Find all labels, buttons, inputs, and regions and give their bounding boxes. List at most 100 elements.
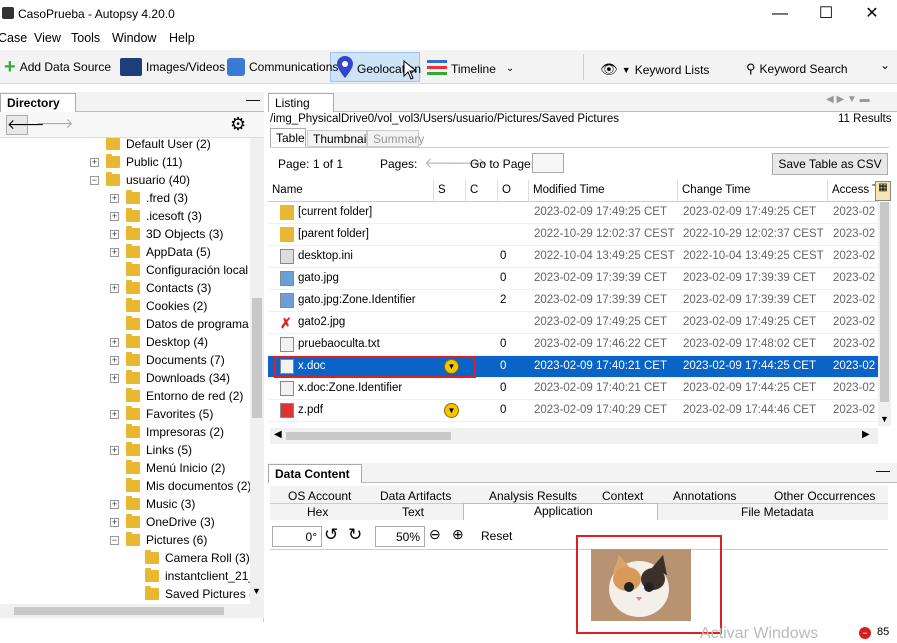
col-change-time[interactable]: Change Time: [678, 180, 828, 202]
tab-os-account[interactable]: OS Account: [288, 489, 351, 503]
tree-scroll-thumb[interactable]: [252, 298, 262, 418]
col-access-time[interactable]: Access T: [828, 180, 878, 202]
expand-icon[interactable]: +: [110, 229, 119, 239]
table-row[interactable]: [current folder] 2023-02-09 17:49:25 CET 2…: [268, 202, 878, 224]
menu-tools[interactable]: Tools: [71, 31, 100, 45]
tree-item[interactable]: − Pictures (6): [110, 531, 207, 549]
zoom-field[interactable]: 50%: [375, 526, 425, 547]
table-vertical-scrollbar[interactable]: ▼: [878, 202, 891, 426]
tree-item[interactable]: Menú Inicio (2): [110, 459, 225, 477]
tree-item[interactable]: Default User (2): [90, 138, 211, 153]
images-videos-button[interactable]: Images/Videos: [120, 58, 225, 76]
minimize-button[interactable]: —: [757, 0, 803, 28]
collapse-icon[interactable]: −: [90, 175, 99, 185]
save-csv-button[interactable]: Save Table as CSV: [772, 153, 888, 175]
expand-icon[interactable]: +: [110, 517, 119, 527]
scroll-down-icon[interactable]: ▼: [252, 586, 261, 596]
tree-item[interactable]: Datos de programa (: [110, 315, 250, 333]
tree-item[interactable]: + OneDrive (3): [110, 513, 215, 531]
col-modified-time[interactable]: Modified Time: [529, 180, 678, 202]
col-c[interactable]: C: [466, 180, 498, 202]
tab-analysis-results[interactable]: Analysis Results: [489, 489, 577, 503]
tab-annotations[interactable]: Annotations: [673, 489, 736, 503]
tree-item[interactable]: Saved Pictures (: [129, 585, 250, 603]
tree-item[interactable]: + Music (3): [110, 495, 195, 513]
rotate-left-icon[interactable]: ↺: [324, 525, 338, 545]
tree-item[interactable]: Impresoras (2): [110, 423, 224, 441]
tab-summary[interactable]: Summary: [367, 130, 424, 147]
add-data-source-button[interactable]: + Add Data Source: [4, 57, 111, 77]
minimize-panel-icon[interactable]: —: [876, 462, 890, 478]
menu-help[interactable]: Help: [169, 31, 195, 45]
tree-item[interactable]: + AppData (5): [110, 243, 211, 261]
tab-data-artifacts[interactable]: Data Artifacts: [380, 489, 451, 503]
table-row[interactable]: [parent folder] 2022-10-29 12:02:37 CEST 2…: [268, 224, 878, 246]
tab-file-metadata[interactable]: File Metadata: [741, 505, 814, 519]
menu-window[interactable]: Window: [112, 31, 156, 45]
toolbar-overflow-icon[interactable]: ⌄: [880, 58, 890, 72]
expand-icon[interactable]: +: [90, 157, 99, 167]
tree-item[interactable]: − usuario (40): [90, 171, 190, 189]
tab-hex[interactable]: Hex: [307, 505, 328, 519]
tree-horizontal-scrollbar[interactable]: [0, 604, 264, 618]
expand-icon[interactable]: +: [110, 211, 119, 221]
tab-other-occurrences[interactable]: Other Occurrences: [774, 489, 875, 503]
rotate-right-icon[interactable]: ↻: [348, 525, 362, 545]
tree-item[interactable]: + Documents (7): [110, 351, 225, 369]
tab-text[interactable]: Text: [402, 505, 424, 519]
tree-item[interactable]: + Desktop (4): [110, 333, 208, 351]
expand-icon[interactable]: +: [110, 373, 119, 383]
expand-icon[interactable]: +: [110, 247, 119, 257]
tab-thumbnail[interactable]: Thumbnail: [307, 130, 369, 147]
listing-tab[interactable]: Listing: [268, 93, 334, 112]
rotation-field[interactable]: 0°: [272, 526, 322, 547]
col-s[interactable]: S: [434, 180, 466, 202]
directory-tree-tab[interactable]: Directory Tree: [0, 93, 76, 124]
expand-icon[interactable]: +: [110, 355, 119, 365]
tab-application[interactable]: Application: [534, 504, 593, 518]
gear-icon[interactable]: ⚙: [230, 114, 246, 135]
error-icon[interactable]: −: [859, 627, 871, 639]
reset-button[interactable]: Reset: [481, 529, 512, 543]
hscroll-right-icon[interactable]: ▶: [862, 429, 870, 440]
table-row[interactable]: pruebaoculta.txt 0 2023-02-09 17:46:22 CET…: [268, 334, 878, 356]
table-scroll-thumb[interactable]: [880, 202, 889, 402]
table-row[interactable]: z.pdf ▼ 0 2023-02-09 17:40:29 CET 2023-02-09…: [268, 400, 878, 422]
tree-item[interactable]: + .icesoft (3): [110, 207, 202, 225]
table-row[interactable]: desktop.ini 0 2022-10-04 13:49:25 CEST 2022…: [268, 246, 878, 268]
listing-nav-icons[interactable]: ◀ ▶ ▼ ▬: [826, 94, 870, 105]
forward-arrow-icon[interactable]: 🡒: [36, 115, 74, 135]
tree-item[interactable]: + Contacts (3): [110, 279, 211, 297]
communications-button[interactable]: Communications: [227, 58, 338, 76]
keyword-search-button[interactable]: ⚲ Keyword Search: [746, 61, 848, 77]
tree-item[interactable]: Entorno de red (2): [110, 387, 243, 405]
table-row[interactable]: gato.jpg:Zone.Identifier 2 2023-02-09 17:3…: [268, 290, 878, 312]
tree-item[interactable]: + Public (11): [90, 153, 182, 171]
collapse-icon[interactable]: −: [110, 535, 119, 545]
expand-icon[interactable]: +: [110, 409, 119, 419]
maximize-button[interactable]: ☐: [803, 0, 849, 28]
column-chooser-icon[interactable]: ▦: [875, 181, 891, 201]
menu-view[interactable]: View: [34, 31, 61, 45]
table-row[interactable]: ✗ gato2.jpg 2023-02-09 17:49:25 CET 2023-02…: [268, 312, 878, 334]
keyword-lists-button[interactable]: 👁 ▼ Keyword Lists: [600, 61, 709, 78]
tree-item[interactable]: Configuración local (: [110, 261, 250, 279]
goto-page-input[interactable]: [532, 153, 564, 173]
expand-icon[interactable]: +: [110, 499, 119, 509]
data-content-tab[interactable]: Data Content: [268, 464, 362, 483]
tab-table[interactable]: Table: [270, 128, 306, 147]
tree-hscroll-thumb[interactable]: [14, 607, 224, 615]
col-name[interactable]: Name: [268, 180, 434, 202]
hscroll-left-icon[interactable]: ◀: [274, 429, 282, 440]
zoom-out-icon[interactable]: ⊖: [429, 526, 441, 543]
menu-case[interactable]: Case: [0, 31, 27, 45]
timeline-button[interactable]: Timeline ⌄: [427, 58, 514, 79]
expand-icon[interactable]: +: [110, 283, 119, 293]
tree-item[interactable]: Camera Roll (3): [129, 549, 250, 567]
table-horizontal-scrollbar[interactable]: ◀ ▶: [270, 428, 878, 444]
tree-item[interactable]: + Downloads (34): [110, 369, 230, 387]
tree-item[interactable]: Mis documentos (2): [110, 477, 250, 495]
tree-item[interactable]: + Links (5): [110, 441, 192, 459]
close-button[interactable]: ✕: [849, 0, 895, 28]
tree-item[interactable]: Cookies (2): [110, 297, 207, 315]
